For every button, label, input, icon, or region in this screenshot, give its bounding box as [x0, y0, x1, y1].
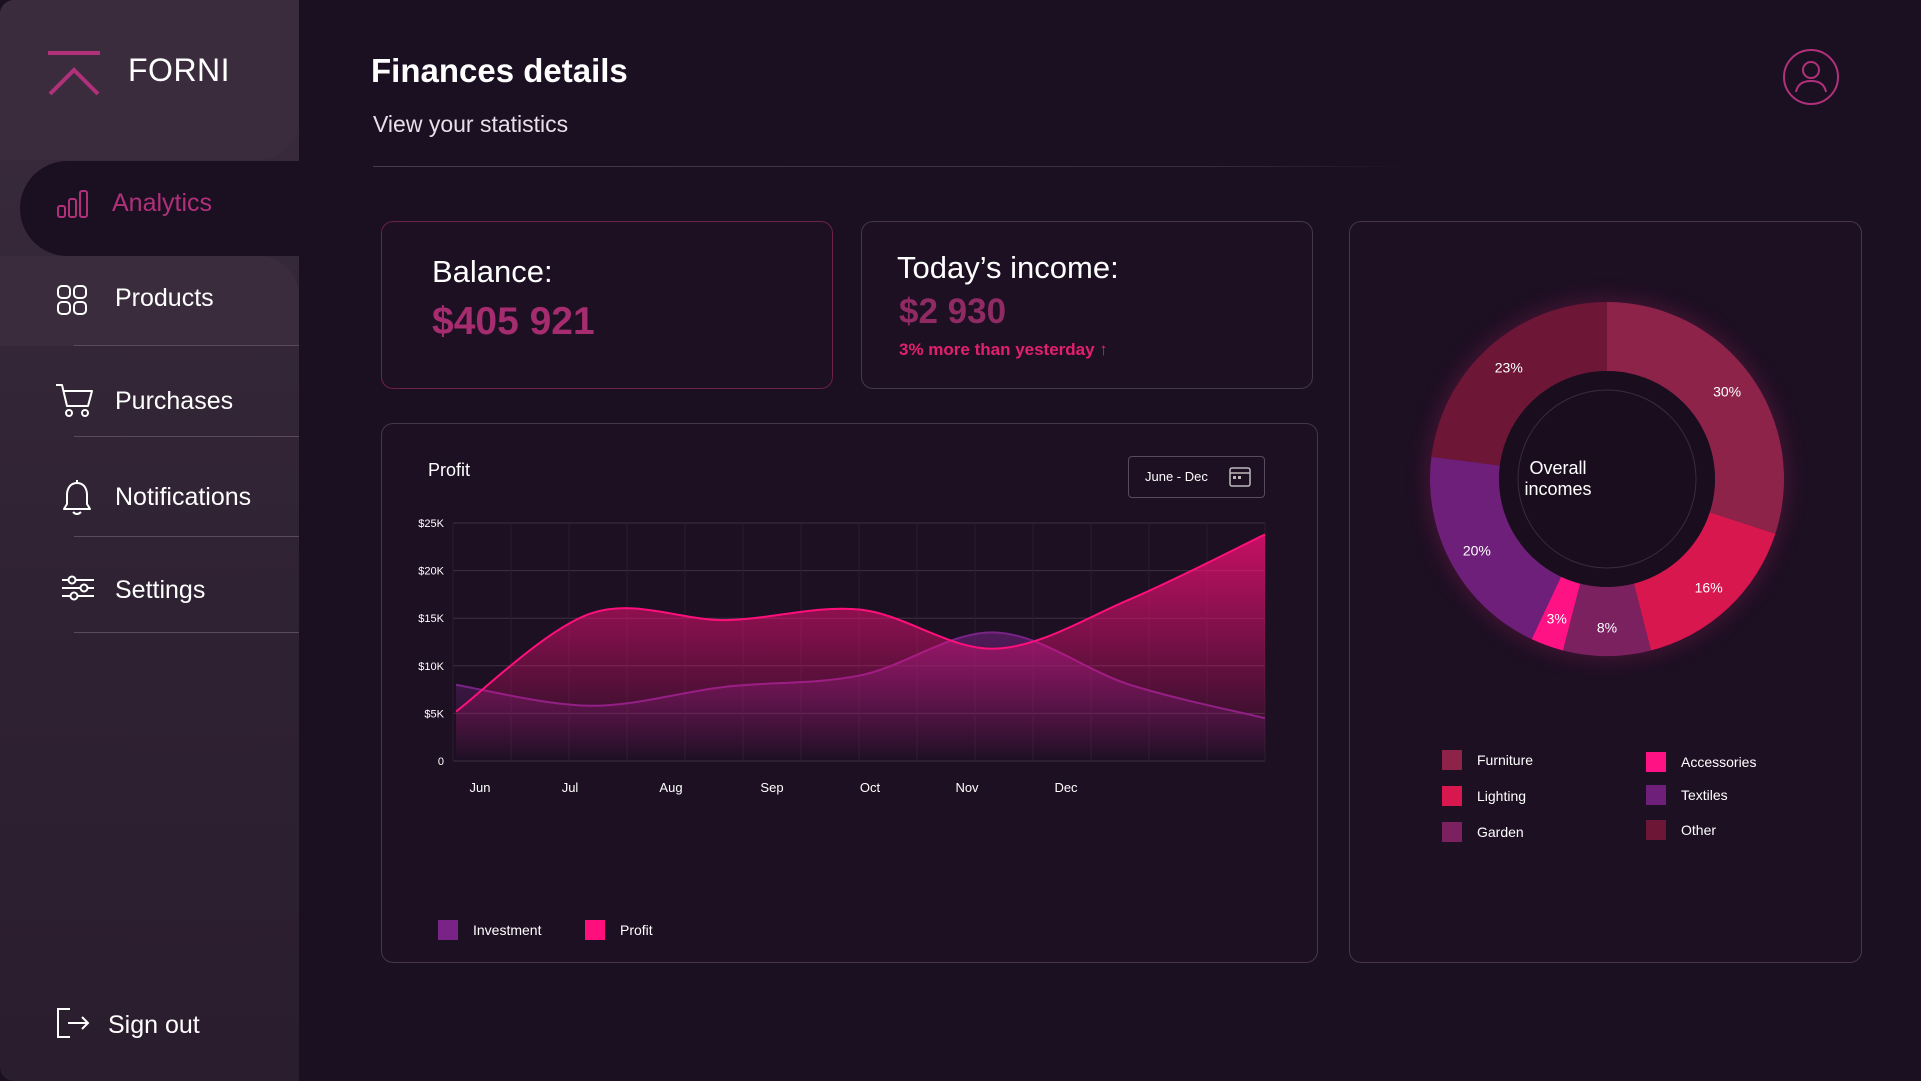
profit-area-chart: 0 $5K $10K $15K $20K $25K Jun Jul Aug Sep Oct Nov De…: [418, 518, 1266, 795]
x-tick-label: Jun: [470, 780, 491, 795]
header-divider: [373, 166, 1413, 167]
x-tick-label: Aug: [659, 780, 682, 795]
sliders-icon: [62, 575, 94, 601]
balance-label: Balance:: [432, 254, 553, 289]
legend-item-garden[interactable]: Garden: [1442, 822, 1524, 842]
user-icon: [1795, 61, 1827, 93]
app-window: FORNI Products Analytics Purchases Notif…: [0, 0, 1921, 1081]
legend-swatch: [1646, 820, 1666, 840]
x-tick-label: Oct: [860, 780, 881, 795]
legend-label: Furniture: [1477, 752, 1534, 768]
donut-slice-label: 20%: [1463, 543, 1491, 559]
divider: [74, 632, 299, 633]
legend-item-lighting[interactable]: Lighting: [1442, 786, 1526, 806]
donut-slice-label: 8%: [1597, 620, 1617, 636]
balance-value: $405 921: [432, 300, 595, 343]
series-area-profit: [456, 534, 1265, 761]
x-tick-label: Jul: [562, 780, 579, 795]
legend-swatch: [585, 920, 605, 940]
bar-chart-icon: [57, 190, 88, 218]
x-tick-label: Dec: [1054, 780, 1078, 795]
income-card: Today’s income: $2 930 3% more than yest…: [861, 221, 1313, 389]
y-tick-label: $25K: [418, 518, 444, 530]
legend-label: Garden: [1477, 824, 1524, 840]
sidebar: FORNI Products Analytics Purchases Notif…: [0, 0, 299, 1081]
sidebar-item-label: Purchases: [115, 387, 234, 415]
overall-incomes-donut: 30% 16% 8% 3% 20% 23%: [1430, 302, 1784, 656]
sidebar-item-label: Analytics: [112, 189, 213, 217]
donut-slice-label: 30%: [1713, 384, 1741, 400]
legend-item-accessories[interactable]: Accessories: [1646, 752, 1756, 772]
legend-label: Lighting: [1477, 788, 1527, 804]
sidebar-item-analytics[interactable]: Analytics: [20, 161, 299, 256]
legend-swatch: [1646, 785, 1666, 805]
y-tick-label: 0: [438, 756, 444, 768]
legend-item-profit[interactable]: Profit: [585, 920, 653, 940]
income-value: $2 930: [899, 292, 1007, 331]
page-title: Finances details: [371, 52, 628, 89]
y-tick-label: $10K: [418, 661, 444, 673]
legend-swatch: [1442, 822, 1462, 842]
legend-swatch: [1442, 786, 1462, 806]
legend-label: Profit: [620, 922, 653, 938]
legend-swatch: [438, 920, 458, 940]
income-change-note: 3% more than yesterday ↑: [899, 340, 1108, 359]
sidebar-item-purchases[interactable]: Purchases: [0, 347, 299, 437]
page-subtitle: View your statistics: [373, 111, 569, 137]
sidebar-item-products[interactable]: Products: [0, 256, 299, 346]
legend-swatch: [1646, 752, 1666, 772]
divider: [74, 536, 299, 537]
donut-slice-label: 3%: [1547, 611, 1567, 627]
grid-icon: [57, 285, 87, 315]
sign-out-label: Sign out: [108, 1011, 200, 1039]
sidebar-item-notifications[interactable]: Notifications: [0, 447, 299, 537]
legend-item-investment[interactable]: Investment: [438, 920, 541, 940]
sidebar-item-label: Notifications: [115, 483, 252, 511]
donut-center-label: Overall incomes: [1524, 458, 1592, 499]
legend-label: Other: [1681, 822, 1717, 838]
sidebar-item-settings[interactable]: Settings: [0, 543, 299, 633]
sidebar-item-label: Settings: [115, 576, 206, 604]
legend-label: Textiles: [1681, 787, 1728, 803]
y-tick-label: $20K: [418, 566, 444, 578]
income-label: Today’s income:: [897, 250, 1119, 285]
divider: [74, 436, 299, 437]
legend-swatch: [1442, 750, 1462, 770]
legend-label: Accessories: [1681, 754, 1757, 770]
avatar[interactable]: [1783, 49, 1839, 105]
legend-item-other[interactable]: Other: [1646, 820, 1716, 840]
y-tick-label: $15K: [418, 613, 444, 625]
legend-item-furniture[interactable]: Furniture: [1442, 750, 1533, 770]
y-tick-label: $5K: [424, 708, 444, 720]
overall-incomes-card: 30% 16% 8% 3% 20% 23% Overall incomes Furnitu…: [1349, 221, 1862, 963]
x-tick-label: Nov: [955, 780, 979, 795]
bell-icon: [63, 480, 91, 515]
x-tick-label: Sep: [760, 780, 783, 795]
legend-label: Investment: [473, 922, 542, 938]
donut-slice-label: 16%: [1695, 579, 1723, 595]
legend-item-textiles[interactable]: Textiles: [1646, 785, 1728, 805]
logo-area: FORNI: [0, 0, 299, 160]
brand-name: FORNI: [128, 52, 231, 88]
divider: [74, 345, 299, 346]
logo-icon: [48, 51, 100, 96]
sidebar-item-label: Products: [115, 284, 214, 312]
sign-out-icon: [57, 1008, 90, 1038]
donut-slice-label: 23%: [1495, 360, 1523, 376]
profit-chart-card: Profit June - Dec 0 $5K $10K $15K $20K $25K Ju…: [381, 423, 1318, 963]
balance-card: Balance: $405 921: [381, 221, 833, 389]
cart-icon: [56, 384, 93, 417]
